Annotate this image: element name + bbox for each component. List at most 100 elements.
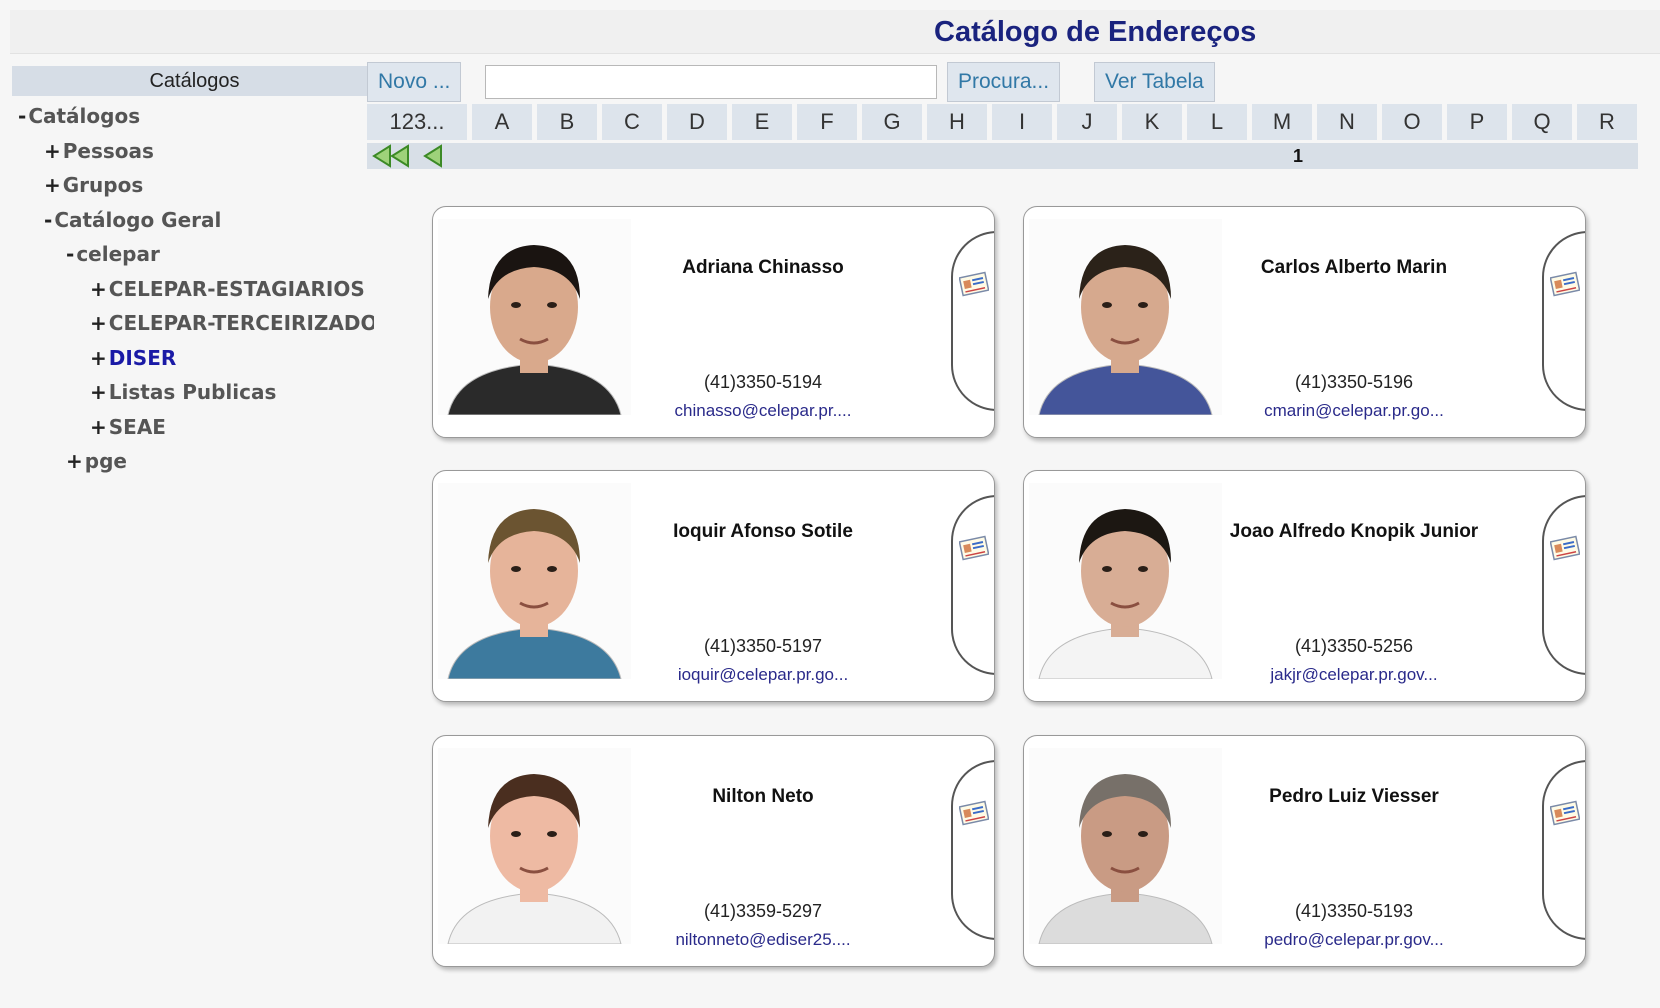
collapse-icon[interactable]: - [18, 102, 26, 130]
tree-item[interactable]: + CELEPAR-TERCEIRIZADOS [90, 309, 374, 337]
page-title: Catálogo de Endereços [934, 16, 1257, 48]
tree-item[interactable]: + DISER [90, 344, 176, 372]
contact-phone: (41)3350-5193 [1294, 901, 1414, 921]
letter-filter-b[interactable]: B [537, 104, 597, 140]
search-input[interactable] [485, 65, 937, 99]
contact-photo [438, 748, 631, 944]
tree-item[interactable]: + Listas Publicas [90, 378, 276, 406]
collapse-icon[interactable]: - [44, 206, 52, 234]
letter-filter-a[interactable]: A [472, 104, 532, 140]
contact-email-link[interactable]: niltonneto@ediser25.... [633, 930, 893, 950]
contact-card[interactable]: Ioquir Afonso Sotile (41)3350-5197 ioquir@… [432, 470, 995, 702]
vcard-icon[interactable] [959, 271, 989, 297]
contact-email-link[interactable]: jakjr@celepar.pr.gov... [1224, 665, 1484, 685]
contact-card[interactable]: Nilton Neto (41)3359-5297 niltonneto@edise… [432, 735, 995, 967]
sidebar-header: Catálogos [12, 66, 377, 96]
contact-card[interactable]: Joao Alfredo Knopik Junior (41)3350-5256 j… [1023, 470, 1586, 702]
letter-filter-q[interactable]: Q [1512, 104, 1572, 140]
letter-filter-numbers[interactable]: 123... [367, 104, 467, 140]
expand-icon[interactable]: + [90, 309, 107, 337]
contact-name: Adriana Chinasso [682, 257, 844, 278]
tree-item-label[interactable]: Catálogos [28, 104, 140, 128]
contact-email-link[interactable]: cmarin@celepar.pr.go... [1224, 401, 1484, 421]
letter-filter-n[interactable]: N [1317, 104, 1377, 140]
card-details-tab[interactable] [951, 760, 994, 940]
letter-filter-o[interactable]: O [1382, 104, 1442, 140]
contact-email-link[interactable]: ioquir@celepar.pr.go... [633, 665, 893, 685]
tree-item[interactable]: + Pessoas [44, 137, 154, 165]
expand-icon[interactable]: + [44, 171, 61, 199]
contact-card[interactable]: Adriana Chinasso (41)3350-5194 chinasso@ce… [432, 206, 995, 438]
address-book-app: Catálogo de Endereços Catálogos - Catálog… [0, 0, 1660, 1008]
expand-icon[interactable]: + [90, 275, 107, 303]
search-button[interactable]: Procura... [947, 62, 1061, 102]
expand-icon[interactable]: + [90, 378, 107, 406]
contact-photo [1029, 483, 1222, 679]
expand-icon[interactable]: + [90, 344, 107, 372]
card-details-tab[interactable] [951, 231, 994, 411]
card-details-tab[interactable] [1542, 495, 1585, 675]
card-details-tab[interactable] [1542, 231, 1585, 411]
vcard-icon[interactable] [1550, 535, 1580, 561]
tree-item[interactable]: - Catálogo Geral [44, 206, 221, 234]
vcard-icon[interactable] [959, 535, 989, 561]
letter-filter-bar: 123... A B C D E F G H I J K L M N O P Q R [367, 104, 1638, 140]
contact-name: Ioquir Afonso Sotile [673, 521, 853, 542]
tree-item-label[interactable]: Grupos [63, 173, 143, 197]
tree-item-label[interactable]: SEAE [109, 415, 166, 439]
tree-item-label[interactable]: CELEPAR-ESTAGIARIOS [109, 277, 365, 301]
contact-phone: (41)3350-5194 [703, 372, 823, 392]
letter-filter-l[interactable]: L [1187, 104, 1247, 140]
contact-photo [1029, 748, 1222, 944]
letter-filter-i[interactable]: I [992, 104, 1052, 140]
letter-filter-m[interactable]: M [1252, 104, 1312, 140]
expand-icon[interactable]: + [90, 413, 107, 441]
contact-photo [438, 483, 631, 679]
letter-filter-h[interactable]: H [927, 104, 987, 140]
letter-filter-c[interactable]: C [602, 104, 662, 140]
vcard-icon[interactable] [1550, 800, 1580, 826]
expand-icon[interactable]: + [66, 447, 83, 475]
contact-card[interactable]: Carlos Alberto Marin (41)3350-5196 cmarin@… [1023, 206, 1586, 438]
contact-name: Nilton Neto [712, 786, 814, 807]
letter-filter-g[interactable]: G [862, 104, 922, 140]
tree-item-label[interactable]: Listas Publicas [109, 380, 277, 404]
vcard-icon[interactable] [1550, 271, 1580, 297]
contact-phone: (41)3350-5256 [1294, 636, 1414, 656]
tree-item-label[interactable]: celepar [76, 242, 160, 266]
letter-filter-p[interactable]: P [1447, 104, 1507, 140]
letter-filter-d[interactable]: D [667, 104, 727, 140]
current-page-number[interactable]: 1 [1293, 143, 1303, 169]
tree-item[interactable]: + CELEPAR-ESTAGIARIOS [90, 275, 365, 303]
contact-email-link[interactable]: chinasso@celepar.pr.... [633, 401, 893, 421]
contact-name: Carlos Alberto Marin [1260, 257, 1448, 278]
catalog-tree: - Catálogos + Pessoas + Grupos - Catálogo Geral… [12, 96, 374, 496]
tree-item-label[interactable]: DISER [109, 346, 177, 370]
letter-filter-j[interactable]: J [1057, 104, 1117, 140]
card-details-tab[interactable] [951, 495, 994, 675]
tree-item[interactable]: - Catálogos [18, 102, 140, 130]
letter-filter-e[interactable]: E [732, 104, 792, 140]
tree-item-label[interactable]: Catálogo Geral [54, 208, 221, 232]
view-table-button[interactable]: Ver Tabela [1094, 62, 1215, 102]
letter-filter-f[interactable]: F [797, 104, 857, 140]
previous-page-icon[interactable] [419, 144, 445, 168]
contact-email-link[interactable]: pedro@celepar.pr.gov... [1224, 930, 1484, 950]
letter-filter-r[interactable]: R [1577, 104, 1637, 140]
contact-card[interactable]: Pedro Luiz Viesser (41)3350-5193 pedro@cel… [1023, 735, 1586, 967]
letter-filter-k[interactable]: K [1122, 104, 1182, 140]
tree-item[interactable]: + pge [66, 447, 127, 475]
tree-item-label[interactable]: Pessoas [63, 139, 154, 163]
tree-item[interactable]: - celepar [66, 240, 160, 268]
tree-item-label[interactable]: pge [85, 449, 127, 473]
card-details-tab[interactable] [1542, 760, 1585, 940]
vcard-icon[interactable] [959, 800, 989, 826]
first-page-icon[interactable] [370, 144, 414, 168]
contact-photo [438, 219, 631, 415]
tree-item-label[interactable]: CELEPAR-TERCEIRIZADOS [109, 311, 374, 335]
collapse-icon[interactable]: - [66, 240, 74, 268]
tree-item[interactable]: + Grupos [44, 171, 143, 199]
new-contact-button[interactable]: Novo ... [367, 62, 462, 102]
tree-item[interactable]: + SEAE [90, 413, 166, 441]
expand-icon[interactable]: + [44, 137, 61, 165]
